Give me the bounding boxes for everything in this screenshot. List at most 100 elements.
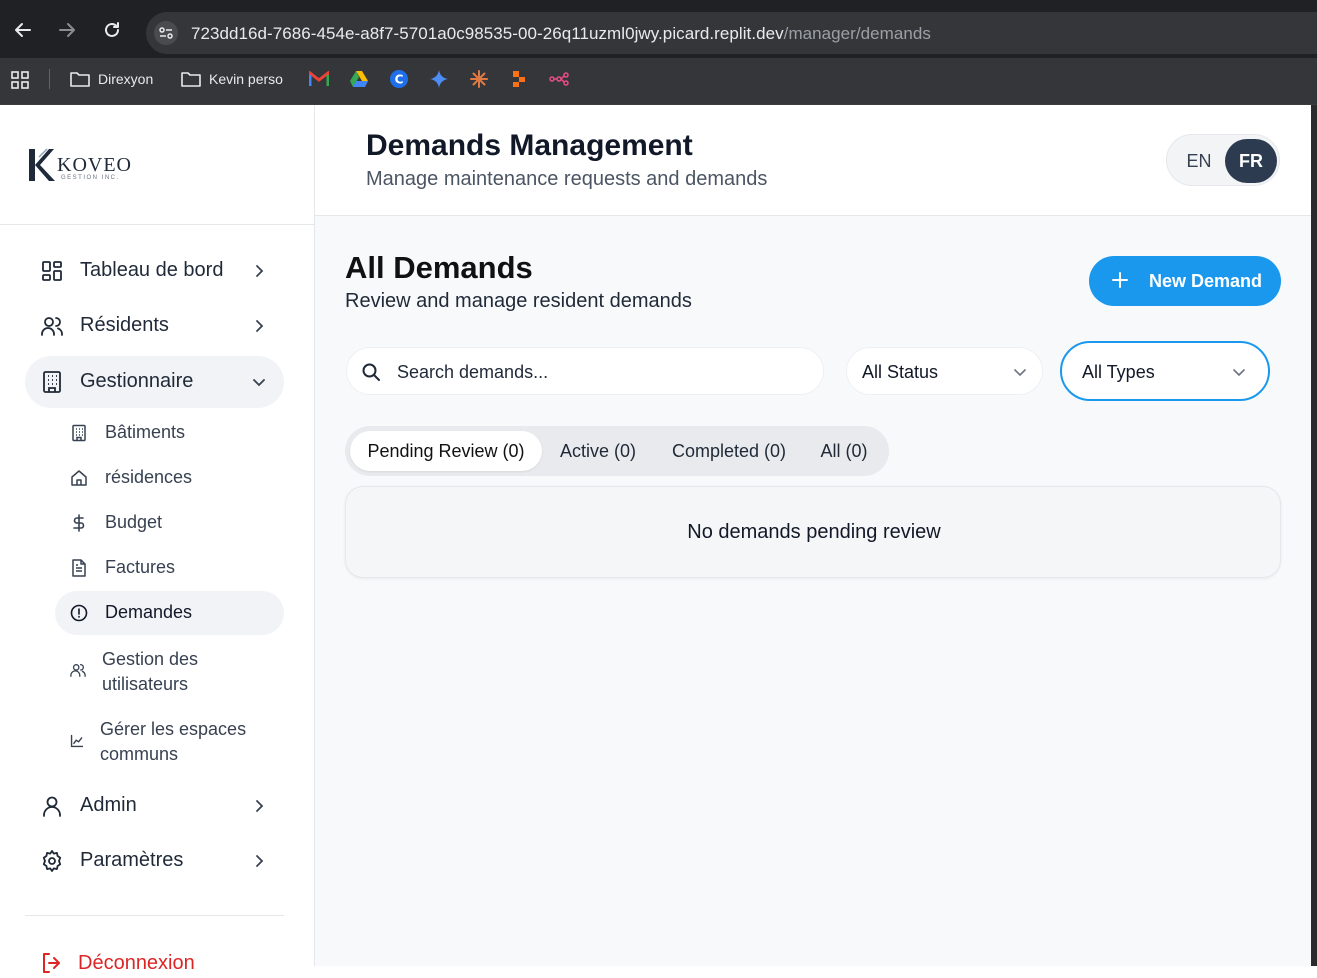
asterisk-icon[interactable] <box>469 69 489 89</box>
bookmark-folder-kevin-perso[interactable]: Kevin perso <box>181 68 283 90</box>
address-bar[interactable]: 723dd16d-7686-454e-a8f7-5701a0c98535-00-… <box>146 12 1317 54</box>
sidebar-item-gestionnaire[interactable]: Gestionnaire <box>25 356 284 408</box>
sidebar-subitem-residences[interactable]: résidences <box>55 461 284 495</box>
sidebar-subitem-factures[interactable]: Factures <box>55 551 284 585</box>
chevron-right-icon <box>256 855 264 867</box>
chevron-down-icon <box>1233 369 1245 377</box>
logo-name: KOVEO <box>57 154 132 176</box>
tab-completed[interactable]: Completed (0) <box>658 431 800 471</box>
folder-icon <box>70 72 90 87</box>
chevron-right-icon <box>256 265 264 277</box>
page-header: Demands Management Manage maintenance re… <box>315 105 1311 216</box>
sidebar-item-label: Admin <box>80 794 137 816</box>
gmail-icon[interactable] <box>309 69 329 89</box>
chevron-right-icon <box>256 320 264 332</box>
main-content: All Demands Review and manage resident d… <box>315 216 1311 966</box>
user-icon <box>43 796 61 817</box>
sidebar-item-label: Tableau de bord <box>80 259 224 281</box>
sidebar-subitem-batiments[interactable]: Bâtiments <box>55 416 284 450</box>
type-filter-select[interactable]: All Types <box>1060 341 1270 401</box>
dashboard-grid-icon <box>42 261 62 281</box>
folder-icon <box>181 72 201 87</box>
status-filter-value: All Status <box>862 362 939 382</box>
google-drive-icon[interactable] <box>349 69 369 89</box>
sidebar-subitem-espaces-communs[interactable]: Gérer les espaces communs <box>55 715 284 769</box>
c-app-icon[interactable]: C <box>389 69 409 89</box>
building-icon <box>72 424 86 442</box>
sidebar-item-label: Paramètres <box>80 849 184 871</box>
dollar-icon <box>73 514 85 532</box>
sidebar-subitem-label: Factures <box>105 557 176 577</box>
orange-app-icon[interactable] <box>509 69 529 89</box>
status-filter-select[interactable]: All Status <box>846 347 1043 395</box>
logout-label: Déconnexion <box>78 951 195 974</box>
chevron-down-icon <box>253 379 265 387</box>
sidebar-subitem-label: résidences <box>105 467 193 487</box>
tab-pending-review[interactable]: Pending Review (0) <box>350 431 542 471</box>
sidebar-item-label: Gestionnaire <box>80 370 194 392</box>
users-icon <box>70 664 86 677</box>
language-switcher: EN FR <box>1166 134 1280 186</box>
logout-button[interactable]: Déconnexion <box>40 948 195 978</box>
window-edge <box>1311 105 1317 966</box>
sidebar-subitem-gestion-utilisateurs[interactable]: Gestion des utilisateurs <box>55 645 284 699</box>
chevron-down-icon <box>1014 369 1026 377</box>
search-icon <box>362 363 380 381</box>
building-icon <box>43 371 61 393</box>
sidebar-subitem-label: utilisateurs <box>102 674 189 694</box>
empty-state-message: No demands pending review <box>687 521 941 543</box>
plus-icon <box>1112 272 1128 288</box>
logout-icon <box>43 953 60 973</box>
tab-active[interactable]: Active (0) <box>548 431 648 471</box>
sidebar-subitem-label: Demandes <box>105 602 193 622</box>
empty-state-card: No demands pending review <box>345 486 1281 578</box>
back-button[interactable] <box>11 18 35 42</box>
sidebar-item-parametres[interactable]: Paramètres <box>25 835 284 887</box>
search-placeholder: Search demands... <box>397 362 549 382</box>
home-icon <box>71 470 87 486</box>
section-title: All Demands <box>345 250 533 285</box>
reload-button[interactable] <box>100 18 124 42</box>
reload-icon <box>105 22 119 37</box>
workflow-icon[interactable] <box>549 69 569 89</box>
new-demand-label: New Demand <box>1149 271 1263 291</box>
sidebar-subitem-demandes[interactable]: Demandes <box>55 591 284 635</box>
back-arrow-icon <box>15 23 31 37</box>
site-info-icon[interactable] <box>154 21 178 45</box>
sidebar-subitem-budget[interactable]: Budget <box>55 506 284 540</box>
users-icon <box>41 317 63 336</box>
page-subtitle: Manage maintenance requests and demands <box>366 168 768 190</box>
forward-button[interactable] <box>55 18 79 42</box>
sidebar-subitem-label: Budget <box>105 512 163 532</box>
sidebar-item-admin[interactable]: Admin <box>25 780 284 832</box>
sidebar-item-residents[interactable]: Résidents <box>25 300 284 352</box>
new-demand-button[interactable]: New Demand <box>1089 256 1281 306</box>
alert-circle-icon <box>70 604 88 622</box>
sidebar-subitem-label: Gestion des <box>102 649 199 669</box>
bookmark-folder-direxyon[interactable]: Direxyon <box>70 68 153 90</box>
sidebar-subitem-label: Bâtiments <box>105 422 186 442</box>
koveo-logo[interactable]: KOVEO GESTION INC. <box>27 147 132 183</box>
svg-text:C: C <box>395 73 404 87</box>
demand-tabs: Pending Review (0) Active (0) Completed … <box>345 426 889 476</box>
lang-fr-button[interactable]: FR <box>1225 139 1277 183</box>
apps-grid-icon[interactable] <box>11 71 29 94</box>
sidebar-divider <box>25 915 284 916</box>
gear-icon <box>42 850 62 872</box>
page-title: Demands Management <box>366 129 693 162</box>
forward-arrow-icon <box>59 23 75 37</box>
url-text: 723dd16d-7686-454e-a8f7-5701a0c98535-00-… <box>191 24 931 43</box>
gemini-star-icon[interactable] <box>429 69 449 89</box>
sidebar-subitem-label: communs <box>100 744 179 764</box>
search-input[interactable]: Search demands... <box>346 347 824 395</box>
browser-toolbar: 723dd16d-7686-454e-a8f7-5701a0c98535-00-… <box>0 0 1317 58</box>
chevron-right-icon <box>256 800 264 812</box>
section-subtitle: Review and manage resident demands <box>345 290 692 312</box>
sidebar-item-label: Résidents <box>80 314 169 336</box>
sidebar-item-dashboard[interactable]: Tableau de bord <box>25 245 284 297</box>
chart-icon <box>70 734 84 748</box>
type-filter-value: All Types <box>1082 362 1155 382</box>
bookmark-label: Kevin perso <box>209 71 283 87</box>
lang-en-button[interactable]: EN <box>1177 139 1221 183</box>
tab-all[interactable]: All (0) <box>809 431 879 471</box>
